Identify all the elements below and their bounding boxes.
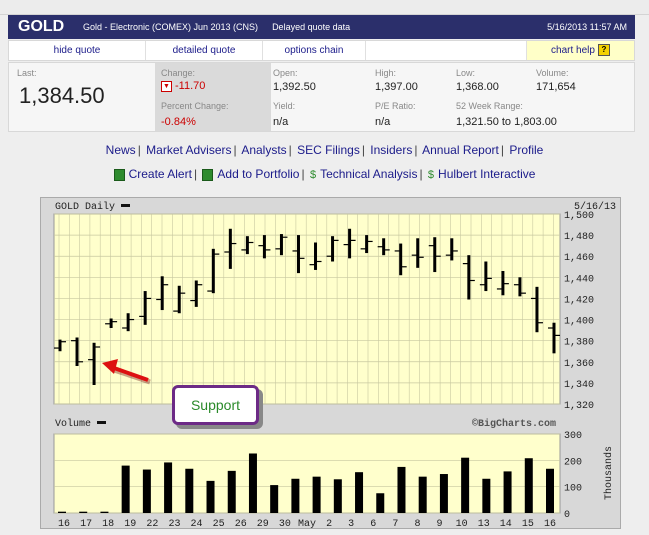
annotation-layer	[102, 359, 151, 385]
red-arrow-icon	[102, 359, 151, 385]
